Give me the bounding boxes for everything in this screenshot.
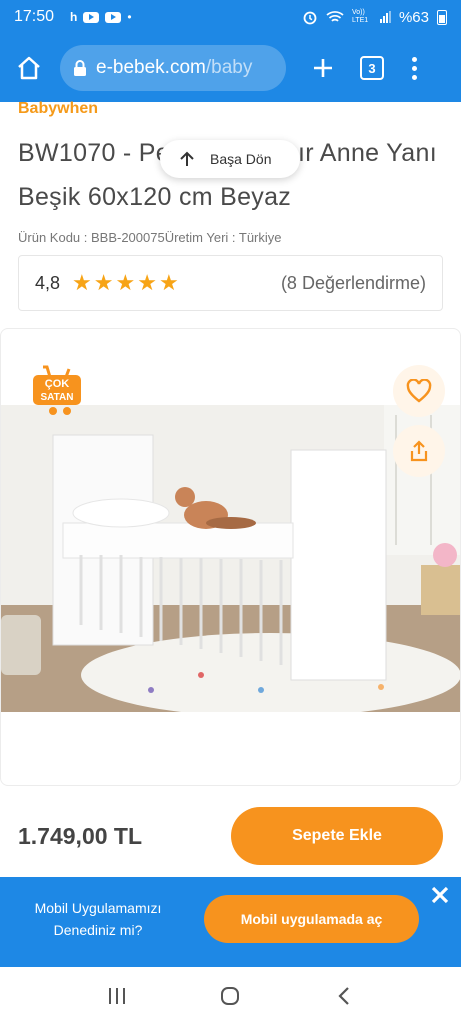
tabs-button[interactable]: 3 — [360, 56, 384, 80]
browser-toolbar: e-bebek.com/baby 3 — [0, 34, 461, 102]
banner-close-button[interactable] — [428, 883, 452, 907]
screen: 17:50 h • Vo)) LTE1 %63 e-bebek.com/baby… — [0, 0, 461, 1024]
app-banner: Mobil Uygulamamızı Denediniz mi? Mobil u… — [0, 877, 461, 967]
review-count[interactable]: (8 Değerlendirme) — [281, 273, 426, 294]
product-image[interactable] — [1, 405, 461, 712]
youtube-icon — [83, 11, 100, 23]
url-bar[interactable]: e-bebek.com/baby — [60, 45, 286, 91]
product-image-card: ÇOK SATAN — [0, 328, 461, 786]
share-icon — [410, 440, 428, 462]
alarm-icon — [303, 11, 317, 25]
arrow-up-icon — [180, 151, 194, 166]
badge-line2: SATAN — [41, 392, 74, 403]
url-tail: /baby — [205, 57, 253, 78]
system-nav-bar — [0, 967, 461, 1024]
back-nav-button[interactable] — [329, 981, 359, 1011]
back-to-top-button[interactable]: Başa Dön — [160, 140, 300, 178]
notification-letter: h — [70, 10, 78, 24]
url-main: e-bebek.com — [96, 57, 206, 78]
add-to-cart-button[interactable]: Sepete Ekle — [231, 807, 443, 865]
home-circle-icon — [221, 986, 240, 1005]
best-seller-badge: ÇOK SATAN — [33, 365, 81, 415]
brand-name[interactable]: Babywhen — [18, 100, 98, 118]
back-icon — [338, 986, 349, 1005]
heart-icon — [406, 379, 432, 403]
star-icon: ★ — [137, 270, 157, 295]
status-bar: 17:50 h • Vo)) LTE1 %63 — [0, 0, 461, 34]
wifi-icon — [326, 11, 344, 22]
plus-icon — [314, 59, 332, 77]
home-icon — [18, 56, 40, 80]
purchase-bar: 1.749,00 TL Sepete Ekle — [0, 798, 461, 874]
battery-text: %63 — [398, 8, 429, 26]
product-code: Ürün Kodu : BBB-200075Üretim Yeri : Türk… — [18, 230, 282, 245]
rating-box[interactable]: 4,8 ★ ★ ★ ★ ★ (8 Değerlendirme) — [18, 255, 443, 311]
badge-line1: ÇOK — [45, 378, 70, 390]
status-time: 17:50 — [14, 8, 55, 25]
rating-value: 4,8 — [35, 272, 61, 293]
share-button[interactable] — [393, 425, 445, 477]
recent-apps-icon — [108, 987, 125, 1004]
more-vert-icon — [411, 56, 417, 62]
star-icon: ★ — [115, 270, 136, 295]
lock-icon — [74, 60, 86, 76]
star-icon: ★ — [93, 270, 114, 295]
star-icon: ★ — [158, 270, 179, 295]
back-to-top-label: Başa Dön — [210, 151, 272, 167]
url-text: e-bebek.com/baby — [96, 57, 252, 79]
app-banner-text: Mobil Uygulamamızı Denediniz mi? — [34, 900, 162, 938]
recent-apps-button[interactable] — [102, 981, 132, 1011]
star-icon: ★ — [72, 270, 92, 295]
network-label: Vo)) LTE1 — [351, 9, 369, 24]
battery-icon — [437, 9, 447, 25]
new-tab-button[interactable] — [308, 53, 338, 83]
close-icon — [431, 886, 449, 904]
notification-icons: h • — [70, 10, 132, 24]
home-button[interactable] — [12, 51, 46, 85]
status-right: Vo)) LTE1 %63 — [302, 9, 447, 26]
youtube-icon — [105, 11, 122, 23]
open-in-app-button[interactable]: Mobil uygulamada aç — [204, 895, 419, 943]
home-nav-button[interactable] — [215, 981, 245, 1011]
dot-icon: • — [127, 10, 132, 24]
favorite-button[interactable] — [393, 365, 445, 417]
price: 1.749,00 TL — [18, 822, 143, 849]
signal-icon — [379, 11, 391, 23]
more-menu-button[interactable] — [406, 56, 422, 80]
rating-stars: ★ ★ ★ ★ ★ — [72, 272, 179, 294]
